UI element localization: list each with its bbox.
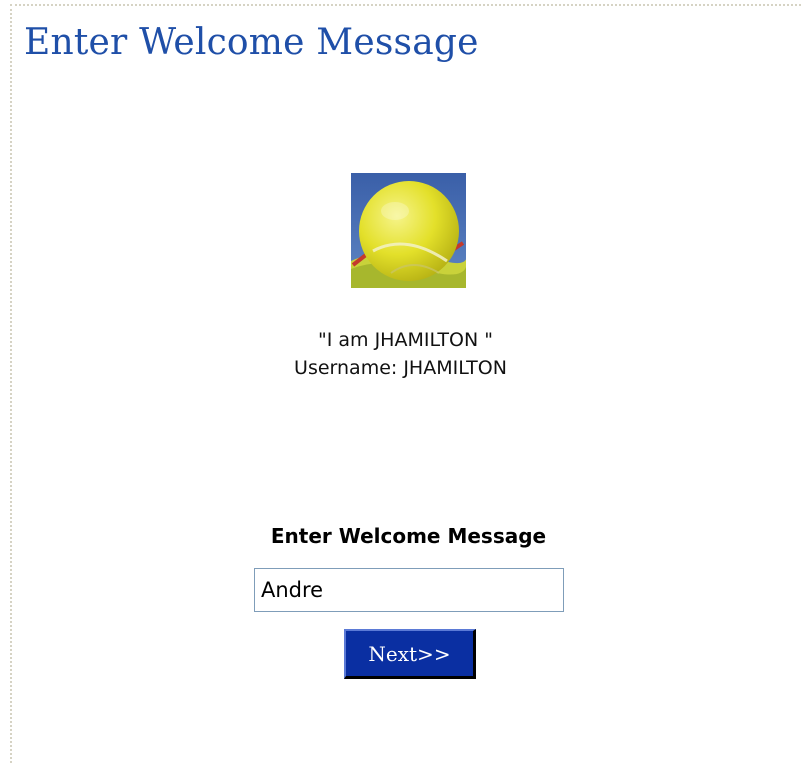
profile-username: Username: JHAMILTON xyxy=(294,357,507,379)
tennis-ball-avatar xyxy=(351,173,466,288)
tennis-ball-icon xyxy=(351,173,466,288)
welcome-message-input[interactable] xyxy=(254,568,564,612)
profile-quote: "I am JHAMILTON " xyxy=(318,329,493,351)
next-button[interactable]: Next>> xyxy=(344,629,476,679)
page-title: Enter Welcome Message xyxy=(24,22,479,63)
welcome-message-label: Enter Welcome Message xyxy=(270,524,547,548)
